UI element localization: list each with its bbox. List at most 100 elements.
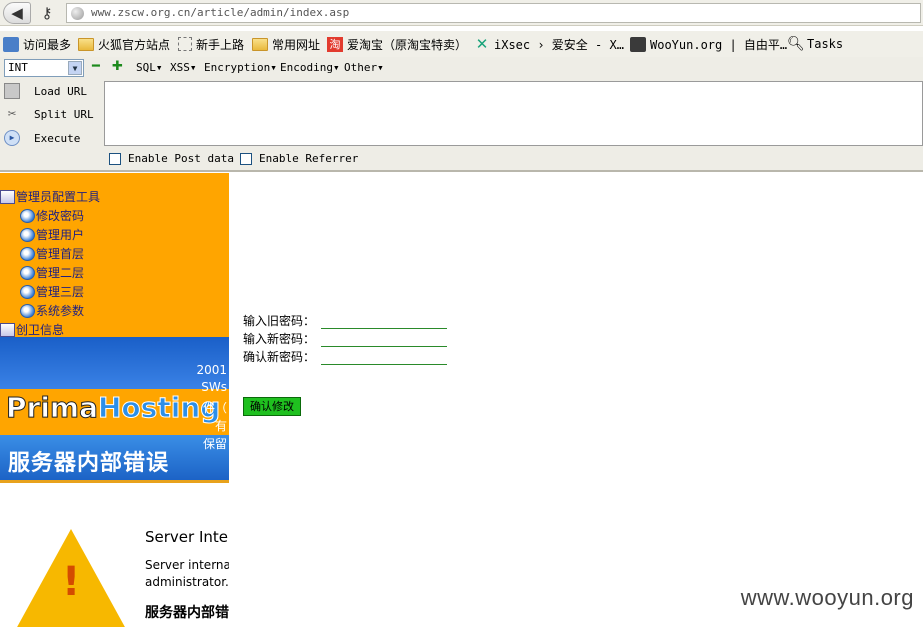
new-password-row: 输入新密码： (243, 330, 447, 347)
address-toolbar: ◀ ⚷ www.zscw.org.cn/article/admin/index.… (0, 0, 923, 26)
bookmarks-bar: 访问最多 火狐官方站点 新手上路 常用网址 淘 爱淘宝（原淘宝特卖） ✕ iXs… (0, 31, 923, 57)
tree-item-manage-level3[interactable]: 管理三层 (0, 282, 229, 301)
error-side-text: SWs (201, 380, 227, 394)
dotted-icon (178, 37, 192, 51)
error-heading: 服务器内部错误 (8, 451, 170, 476)
tree-root[interactable]: 管理员配置工具 (0, 187, 229, 206)
watermark: www.wooyun.org (740, 585, 914, 610)
menu-encryption[interactable]: Encryption▾ (204, 61, 277, 74)
page-icon (20, 246, 35, 261)
admin-tree: 管理员配置工具 修改密码 管理用户 管理首层 管理二层 管理三层 系统参数 创卫… (0, 173, 229, 337)
hackbar-panel: Load URL ✂ Split URL ▶ Execute Enable Po… (0, 80, 923, 172)
error-title: Server Inte (145, 528, 228, 546)
bookmark-label: 火狐官方站点 (98, 37, 171, 52)
error-side-text: 有 (214, 419, 227, 433)
load-icon (4, 83, 20, 99)
menu-xss[interactable]: XSS▾ (170, 61, 197, 74)
menu-other[interactable]: Other▾ (344, 61, 384, 74)
tree-root-label: 管理员配置工具 (16, 190, 101, 204)
confirm-password-input[interactable] (321, 352, 447, 365)
bookmark-most-visited[interactable]: 访问最多 (3, 35, 71, 53)
old-password-row: 输入旧密码： (243, 312, 447, 329)
split-url-button[interactable]: ✂ Split URL (4, 104, 100, 124)
page-icon (20, 303, 35, 318)
bookmark-label: 访问最多 (23, 37, 72, 52)
page-icon (20, 208, 35, 223)
page-icon (20, 265, 35, 280)
bookmark-label: iXsec › 爱安全 - X… (494, 37, 624, 52)
type-select-value: INT (8, 61, 28, 74)
bookmark-wooyun[interactable]: WooYun.org | 自由平… (630, 35, 787, 53)
tree-item-label: 修改密码 (36, 209, 85, 223)
exclamation-icon: ! (62, 559, 81, 605)
split-url-label: Split URL (34, 107, 94, 121)
execute-button[interactable]: ▶ Execute (4, 128, 100, 148)
enable-referrer-label: Enable Referrer (259, 152, 359, 165)
bookmark-taobao[interactable]: 淘 爱淘宝（原淘宝特卖） (327, 35, 467, 53)
menu-encoding[interactable]: Encoding▾ (280, 61, 340, 74)
plus-icon[interactable]: ✚ (112, 60, 124, 74)
enable-referrer-checkbox[interactable]: Enable Referrer (240, 152, 358, 165)
hosting-logo: PrimaHosting (6, 389, 221, 427)
checkbox-box[interactable] (109, 152, 121, 165)
bookmark-firefox-site[interactable]: 火狐官方站点 (78, 35, 170, 53)
tree-item-label: 管理二层 (36, 266, 85, 280)
type-select[interactable]: INT ▼ (4, 59, 84, 77)
bookmark-label: 爱淘宝（原淘宝特卖） (347, 37, 468, 52)
folder-icon (78, 37, 94, 51)
play-icon: ▶ (4, 130, 20, 146)
menu-sql[interactable]: SQL▾ (136, 61, 163, 74)
tree-item-manage-level2[interactable]: 管理二层 (0, 263, 229, 282)
bookmark-getting-started[interactable]: 新手上路 (178, 35, 244, 53)
back-button[interactable]: ◀ (3, 2, 31, 24)
logo-hosting-text: Hosting (97, 391, 221, 425)
enable-post-checkbox[interactable]: Enable Post data (109, 152, 234, 165)
bookmark-ixsec[interactable]: ✕ iXsec › 爱安全 - X… (474, 35, 624, 53)
error-body: Server internal administrator. (145, 558, 229, 589)
tree-item-change-password[interactable]: 修改密码 (0, 206, 229, 225)
tree-item-label: 管理首层 (36, 247, 85, 261)
tree-item-system-params[interactable]: 系统参数 (0, 301, 229, 320)
url-textarea[interactable] (104, 81, 923, 146)
hackbar-toolbar: INT ▼ ━ ✚ SQL▾ XSS▾ Encryption▾ Encoding… (0, 57, 923, 80)
folder-icon (252, 37, 268, 51)
bookmark-tasks[interactable]: 🔍︎ Tasks (787, 35, 843, 53)
confirm-password-row: 确认新密码： (243, 348, 447, 365)
tree-item-label: 管理用户 (36, 228, 85, 242)
tree-item-label: 系统参数 (36, 304, 85, 318)
load-url-button[interactable]: Load URL (4, 81, 100, 101)
error-side-text: 件（ (202, 401, 227, 415)
right-frame: 输入旧密码： 输入新密码： 确认新密码： 确认修改 www.wooyun.org (233, 173, 923, 627)
logo-prima-text: Prima (6, 391, 99, 425)
page-icon (20, 227, 35, 242)
minus-icon[interactable]: ━ (92, 60, 104, 74)
tree-item-manage-users[interactable]: 管理用户 (0, 225, 229, 244)
folder-open-icon (0, 322, 15, 337)
left-frame: 管理员配置工具 修改密码 管理用户 管理首层 管理二层 管理三层 系统参数 创卫… (0, 173, 229, 627)
bookmark-label: WooYun.org | 自由平… (650, 37, 788, 52)
error-side-text: 2001 (196, 363, 227, 377)
globe-icon (71, 7, 84, 20)
bookmark-common-sites[interactable]: 常用网址 (252, 35, 320, 53)
bookmark-label: 新手上路 (196, 37, 245, 52)
checkbox-box[interactable] (240, 152, 252, 165)
page-icon (20, 284, 35, 299)
submit-button[interactable]: 确认修改 (243, 397, 301, 416)
load-url-label: Load URL (34, 84, 87, 98)
confirm-password-label: 确认新密码： (243, 350, 316, 364)
tree-item-manage-level1[interactable]: 管理首层 (0, 244, 229, 263)
ixsec-icon: ✕ (475, 34, 489, 53)
url-text: www.zscw.org.cn/article/admin/index.asp (91, 6, 350, 19)
new-password-input[interactable] (321, 334, 447, 347)
enable-post-label: Enable Post data (128, 152, 234, 165)
error-side-text: 保留 (202, 437, 227, 451)
url-input[interactable]: www.zscw.org.cn/article/admin/index.asp (66, 3, 921, 23)
tree-item-label: 管理三层 (36, 285, 85, 299)
bookmark-label: Tasks (807, 37, 844, 51)
error-page-frame: PrimaHosting 2001 SWs 件（ 有 保留 服务器内部错误 ! … (0, 337, 229, 627)
chevron-down-icon[interactable]: ▼ (68, 61, 82, 75)
error-cn-heading: 服务器内部错 (145, 605, 229, 621)
new-password-label: 输入新密码： (243, 332, 316, 346)
old-password-input[interactable] (321, 316, 447, 329)
key-icon[interactable]: ⚷ (37, 2, 57, 24)
